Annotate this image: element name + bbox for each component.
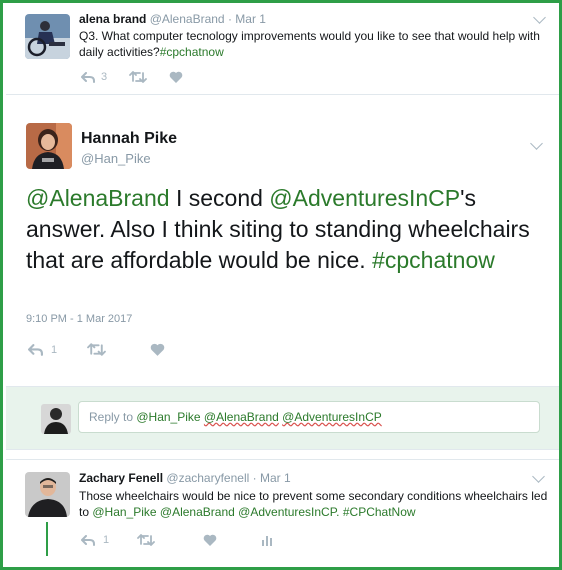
hashtag-link[interactable]: #CPChatNow [343,505,416,519]
mention-link[interactable]: @AlenaBrand [26,185,170,211]
reply-composer: Reply to @Han_Pike @AlenaBrand @Adventur… [6,386,559,450]
hashtag-link[interactable]: #cpchatnow [372,247,495,273]
mention-link[interactable]: @AdventuresInCP [282,410,382,424]
reply-count: 1 [103,534,110,546]
chevron-down-icon[interactable] [533,11,546,24]
author-name[interactable]: Zachary Fenell [79,471,163,485]
tweet-zachary-fenell[interactable]: Zachary Fenell @zacharyfenell · Mar 1 Th… [6,459,559,567]
thread-line [46,522,48,556]
hashtag-link[interactable]: #cpchatnow [160,45,224,59]
author-name[interactable]: Hannah Pike [81,130,177,148]
retweet-icon[interactable] [87,343,107,356]
tweet-text: @AlenaBrand I second @AdventuresInCP's a… [26,185,530,273]
tweet-alena-brand[interactable]: alena brand @AlenaBrand · Mar 1 Q3. What… [6,6,559,95]
tweet-date[interactable]: · Mar 1 [228,12,266,26]
mention-link[interactable]: @Han_Pike [92,505,156,519]
author-name[interactable]: alena brand [79,12,146,26]
reply-input[interactable]: Reply to @Han_Pike @AlenaBrand @Adventur… [78,401,540,433]
chevron-down-icon[interactable] [530,137,543,150]
reply-icon [81,534,95,546]
mention-link[interactable]: @Han_Pike [136,410,200,424]
author-handle[interactable]: @AlenaBrand [150,12,225,26]
tweet-text: Those wheelchairs would be nice to preve… [79,489,548,519]
author-handle[interactable]: @Han_Pike [81,151,177,166]
chevron-down-icon[interactable] [532,470,545,483]
reply-button[interactable]: 1 [81,534,109,546]
main-tweet-hannah-pike[interactable]: Hannah Pike @Han_Pike @AlenaBrand I seco… [6,95,559,385]
like-icon[interactable] [150,343,165,356]
like-icon[interactable] [203,534,217,546]
analytics-icon[interactable] [261,534,273,546]
tweet-actions: 1 [81,534,273,546]
retweet-icon[interactable] [137,534,156,546]
mention-link[interactable]: @AdventuresInCP [269,185,460,211]
mention-link[interactable]: @AlenaBrand [204,410,279,424]
reply-button[interactable]: 3 [81,71,107,83]
avatar-hannah-pike[interactable] [26,123,72,169]
reply-prefix: Reply to [89,410,137,424]
reply-icon [81,71,95,83]
reply-count: 1 [51,343,58,356]
author-handle[interactable]: @zacharyfenell [166,471,249,485]
reply-icon [28,343,43,356]
avatar-current-user [41,404,71,434]
tweet-actions: 1 [28,343,165,356]
tweet-date[interactable]: · Mar 1 [253,471,291,485]
avatar-zachary-fenell[interactable] [25,472,70,517]
retweet-icon[interactable] [129,71,148,83]
avatar-alena-brand[interactable] [25,14,70,59]
mention-link[interactable]: @AlenaBrand [160,505,235,519]
like-icon[interactable] [169,71,183,83]
conversation-frame: alena brand @AlenaBrand · Mar 1 Q3. What… [0,0,562,570]
tweet-text: Q3. What computer tecnology improvements… [79,29,540,59]
tweet-actions: 3 [81,71,183,83]
tweet-timestamp[interactable]: 9:10 PM - 1 Mar 2017 [26,313,132,325]
reply-button[interactable]: 1 [28,344,57,356]
reply-count: 3 [101,71,108,83]
mention-link[interactable]: @AdventuresInCP. [238,505,339,519]
